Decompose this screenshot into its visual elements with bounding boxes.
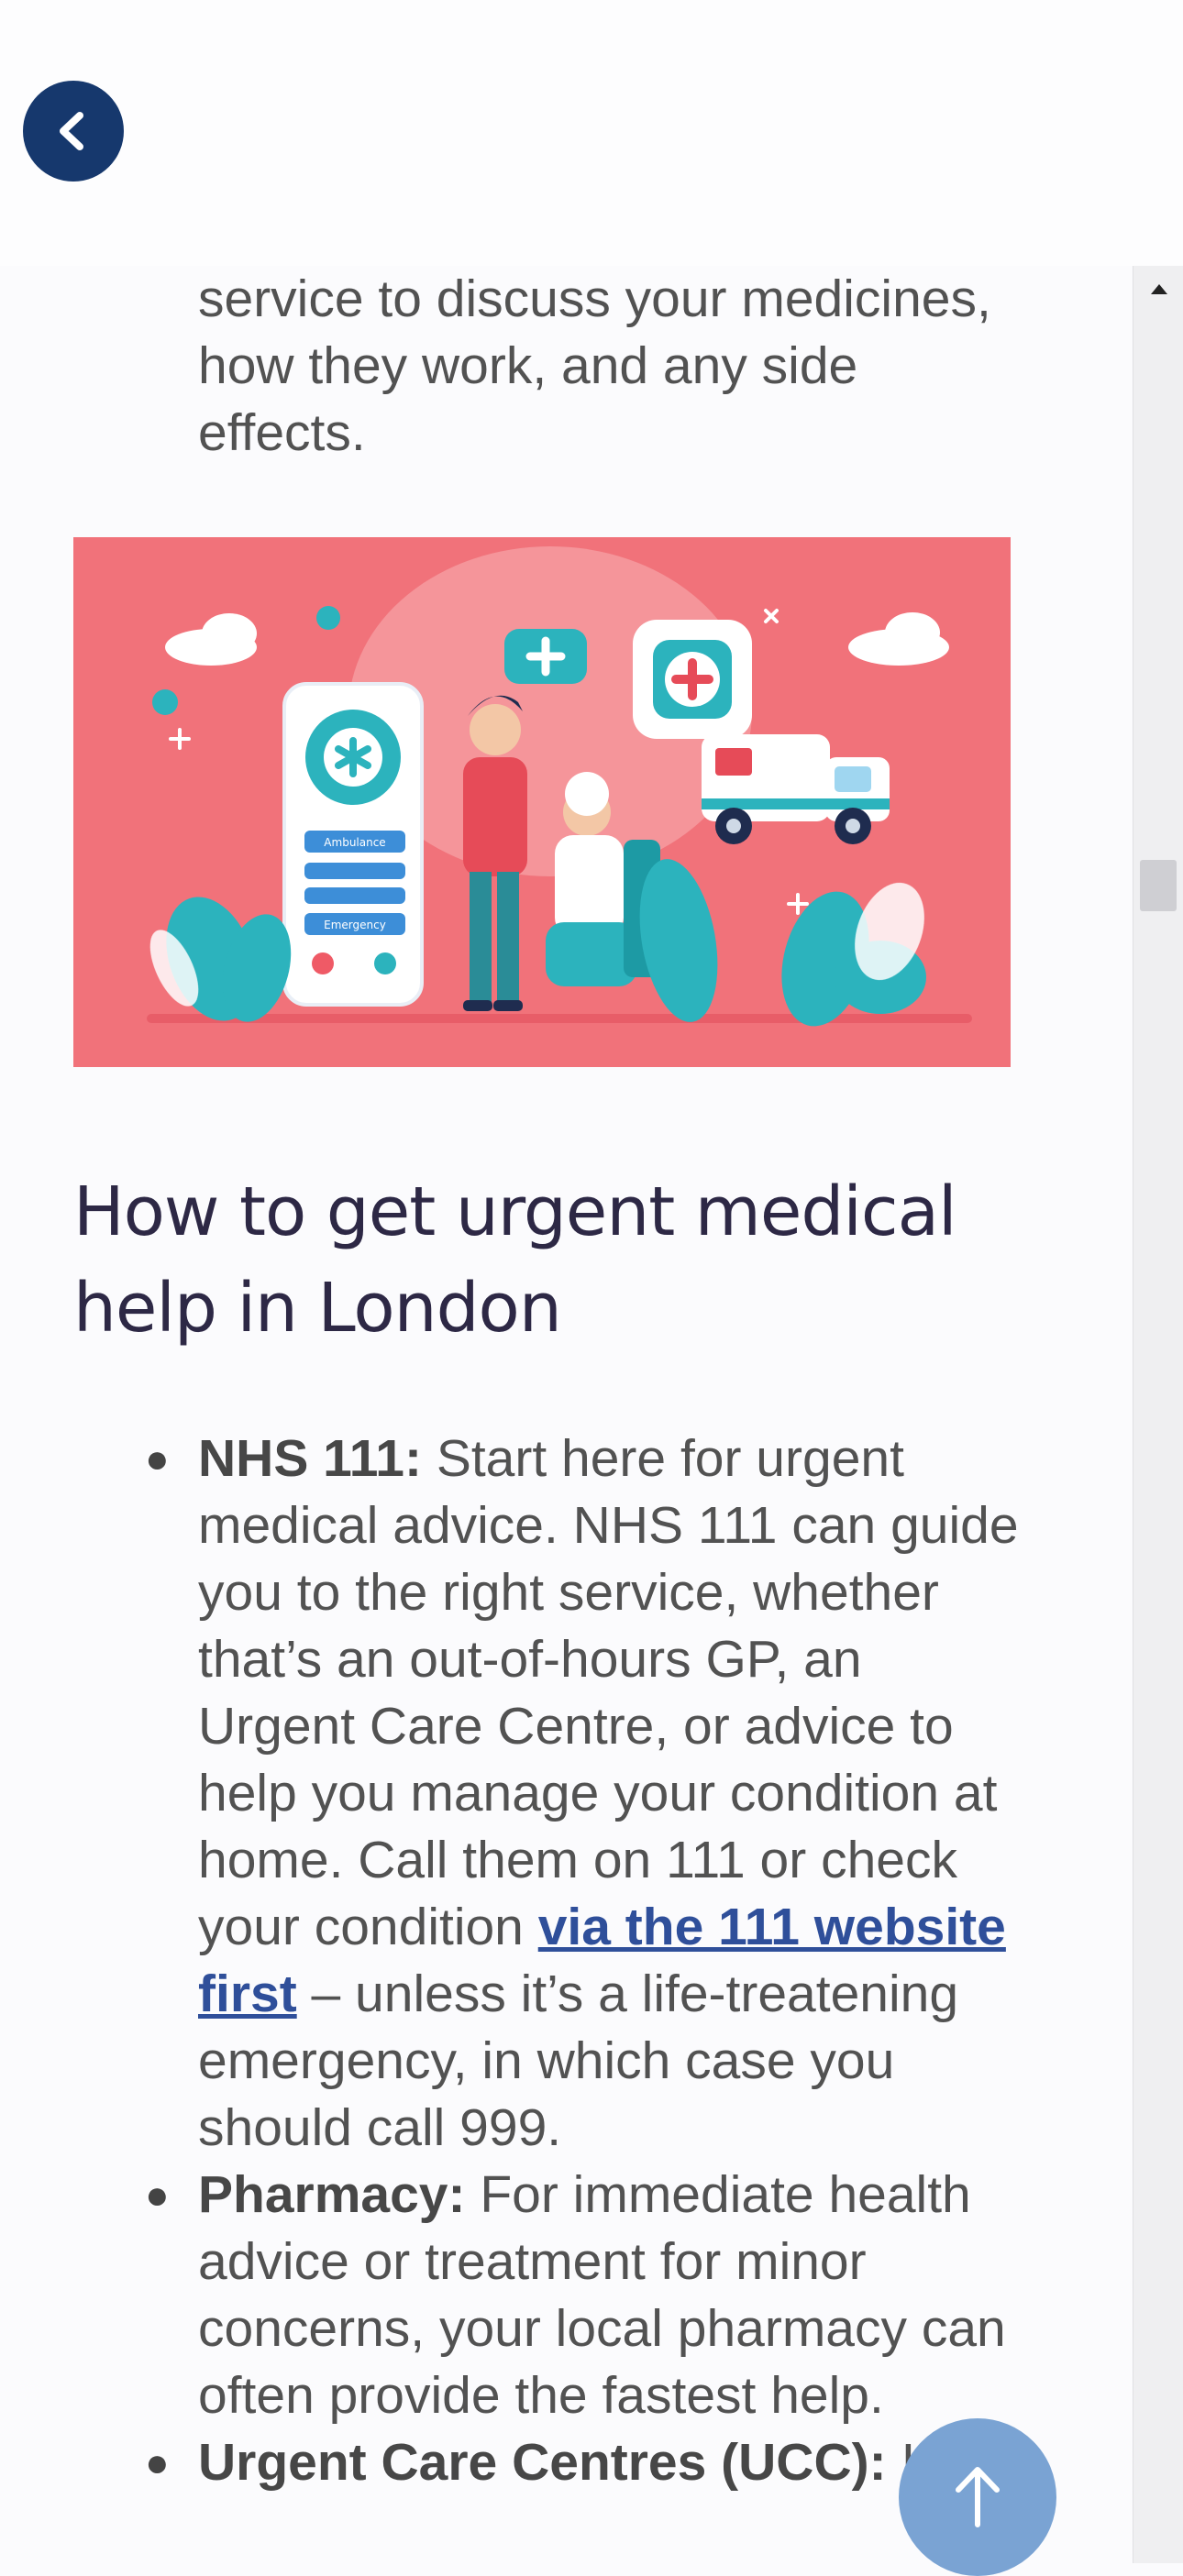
- item-text: Start here for urgent medical advice. NH…: [198, 1429, 1019, 1956]
- scroll-to-top-button[interactable]: [899, 2418, 1056, 2576]
- section-heading: How to get urgent medical help in London: [73, 1172, 957, 1348]
- intro-paragraph: service to discuss your medicines, how t…: [198, 270, 991, 462]
- bullet-icon: ●: [145, 2440, 170, 2485]
- back-button[interactable]: [23, 81, 124, 182]
- list-item-pharmacy: ● Pharmacy: For immediate health advice …: [145, 2162, 1023, 2429]
- article-content: service to discuss your medicines, how t…: [0, 266, 1133, 2563]
- list-item-nhs-111: ● NHS 111: Start here for urgent medical…: [145, 1426, 1023, 2162]
- bullet-icon: ●: [145, 1437, 170, 1481]
- scroll-thumb[interactable]: [1140, 860, 1177, 911]
- phone-label-1: Ambulance: [324, 836, 385, 849]
- hero-illustration: Ambulance Emergency: [73, 537, 1011, 1067]
- arrow-up-icon: [956, 2467, 1000, 2527]
- top-bar: [0, 0, 1183, 266]
- item-label: NHS 111:: [198, 1429, 422, 1488]
- bullet-icon: ●: [145, 2173, 170, 2218]
- item-text-continued: – unless it’s a life-treatening emergenc…: [198, 1965, 959, 2157]
- vertical-scrollbar[interactable]: [1133, 266, 1183, 2563]
- item-label: Urgent Care Centres (UCC):: [198, 2433, 887, 2492]
- chevron-left-icon: [60, 112, 83, 150]
- urgent-help-list: ● NHS 111: Start here for urgent medical…: [145, 1426, 1023, 2496]
- item-label: Pharmacy:: [198, 2165, 466, 2224]
- scroll-up-arrow-icon[interactable]: [1151, 284, 1167, 294]
- urgent-care-illustration: Ambulance Emergency: [73, 537, 1011, 1067]
- phone-label-2: Emergency: [324, 919, 386, 931]
